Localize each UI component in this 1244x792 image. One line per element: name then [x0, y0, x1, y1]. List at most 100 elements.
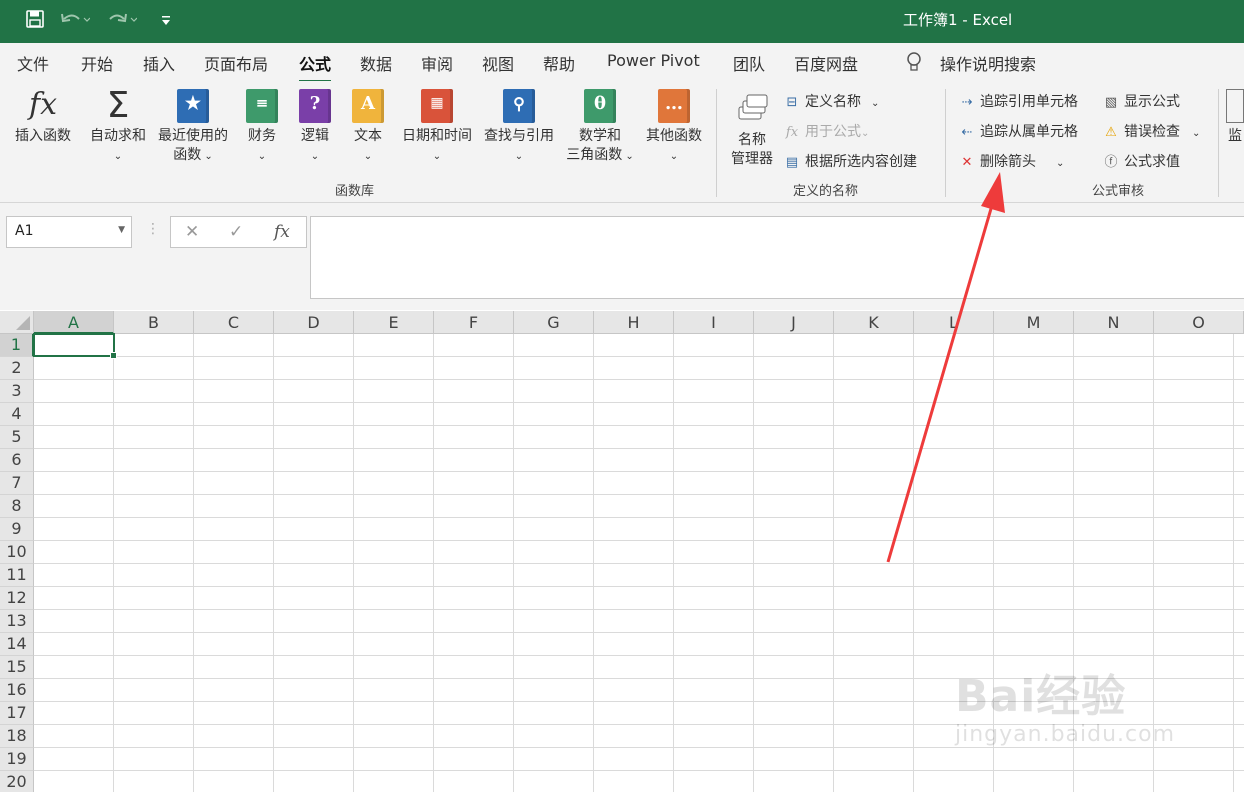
- row-header[interactable]: 5: [0, 426, 34, 449]
- trace-dependents-icon: ⇠: [961, 125, 973, 140]
- more-functions-label: 其他函数: [646, 128, 702, 144]
- row-header[interactable]: 2: [0, 357, 34, 380]
- column-header[interactable]: K: [834, 311, 914, 334]
- create-from-selection-button[interactable]: ▤ 根据所选内容创建: [783, 151, 917, 171]
- column-header[interactable]: B: [114, 311, 194, 334]
- row-header[interactable]: 6: [0, 449, 34, 472]
- tab-page-layout[interactable]: 页面布局: [204, 51, 268, 75]
- redo-icon[interactable]: [107, 11, 138, 33]
- tab-power-pivot[interactable]: Power Pivot: [607, 51, 700, 70]
- window-title: 工作簿1 - Excel: [903, 11, 1013, 29]
- logical-button[interactable]: ? 逻辑 ⌄: [294, 89, 336, 166]
- tab-home[interactable]: 开始: [81, 51, 113, 75]
- ribbon-formulas: fx 插入函数 Σ 自动求和 ⌄ ★ 最近使用的 函数 ⌄ ≡ 财务 ⌄ ? 逻…: [0, 81, 1244, 203]
- column-header[interactable]: L: [914, 311, 994, 334]
- enter-icon[interactable]: ✓: [229, 222, 243, 242]
- active-cell-a1[interactable]: [33, 333, 117, 359]
- tab-view[interactable]: 视图: [482, 51, 514, 75]
- row-header[interactable]: 20: [0, 771, 34, 792]
- row-header[interactable]: 18: [0, 725, 34, 748]
- undo-icon[interactable]: [60, 11, 91, 33]
- drag-handle-icon[interactable]: ⋮: [146, 221, 160, 237]
- show-formulas-button[interactable]: ▧ 显示公式: [1102, 91, 1180, 111]
- dropdown-icon[interactable]: ▼: [118, 225, 125, 235]
- use-in-formula-button[interactable]: fx 用于公式⌄: [783, 121, 869, 141]
- column-header[interactable]: D: [274, 311, 354, 334]
- column-header[interactable]: G: [514, 311, 594, 334]
- row-header[interactable]: 3: [0, 380, 34, 403]
- autosum-button[interactable]: Σ 自动求和 ⌄: [86, 88, 150, 166]
- name-manager-button[interactable]: 名称 管理器: [726, 93, 778, 169]
- text-button[interactable]: A 文本 ⌄: [347, 89, 389, 166]
- datetime-button[interactable]: ▦ 日期和时间 ⌄: [398, 89, 476, 166]
- recent-label-2: 函数: [173, 147, 202, 163]
- fx-icon: fx: [28, 87, 58, 122]
- chevron-down-icon: ⌄: [514, 151, 524, 162]
- row-header[interactable]: 1: [0, 334, 34, 357]
- row-header[interactable]: 9: [0, 518, 34, 541]
- row-header[interactable]: 17: [0, 702, 34, 725]
- define-name-button[interactable]: ⊟ 定义名称 ⌄: [783, 91, 880, 111]
- column-header[interactable]: H: [594, 311, 674, 334]
- tab-help[interactable]: 帮助: [543, 51, 575, 75]
- select-all-button[interactable]: [0, 311, 34, 334]
- row-header[interactable]: 8: [0, 495, 34, 518]
- column-header[interactable]: N: [1074, 311, 1154, 334]
- evaluate-formula-button[interactable]: ⓕ 公式求值: [1102, 151, 1180, 171]
- title-bar: 工作簿1 - Excel: [0, 0, 1244, 43]
- formula-buttons: ✕ ✓ fx: [170, 216, 307, 248]
- trace-precedents-button[interactable]: ⇢ 追踪引用单元格: [958, 91, 1078, 111]
- row-header[interactable]: 16: [0, 679, 34, 702]
- watch-window-button[interactable]: 监: [1226, 89, 1244, 146]
- tab-baidu-netdisk[interactable]: 百度网盘: [794, 51, 858, 75]
- name-box[interactable]: A1 ▼: [6, 216, 132, 248]
- show-formulas-icon: ▧: [1104, 95, 1118, 110]
- financial-button[interactable]: ≡ 财务 ⌄: [240, 89, 284, 166]
- recently-used-button[interactable]: ★ 最近使用的 函数 ⌄: [154, 89, 232, 166]
- lookup-button[interactable]: ⚲ 查找与引用 ⌄: [480, 89, 558, 166]
- row-header[interactable]: 11: [0, 564, 34, 587]
- tab-review[interactable]: 审阅: [421, 51, 453, 75]
- ribbon-tabs: 文件 开始 插入 页面布局 公式 数据 审阅 视图 帮助 Power Pivot…: [0, 43, 1244, 83]
- tab-formulas[interactable]: 公式: [299, 51, 332, 83]
- show-formulas-label: 显示公式: [1124, 94, 1180, 110]
- tab-insert[interactable]: 插入: [143, 51, 175, 75]
- row-header[interactable]: 13: [0, 610, 34, 633]
- error-checking-button[interactable]: ⚠ 错误检查 ⌄: [1102, 121, 1200, 141]
- customize-icon[interactable]: [160, 12, 172, 31]
- row-header[interactable]: 19: [0, 748, 34, 771]
- column-header[interactable]: A: [34, 311, 114, 334]
- name-manager-label-1: 名称: [738, 132, 766, 148]
- tab-data[interactable]: 数据: [360, 51, 392, 75]
- row-header[interactable]: 10: [0, 541, 34, 564]
- insert-function-icon[interactable]: fx: [274, 222, 290, 242]
- star-book-icon: ★: [177, 89, 209, 123]
- column-header[interactable]: F: [434, 311, 514, 334]
- tab-team[interactable]: 团队: [733, 51, 765, 75]
- column-header[interactable]: C: [194, 311, 274, 334]
- watch-icon: [1226, 89, 1244, 123]
- formula-input[interactable]: [310, 216, 1244, 299]
- math-trig-button[interactable]: θ 数学和 三角函数 ⌄: [562, 89, 638, 166]
- more-functions-button[interactable]: … 其他函数 ⌄: [642, 89, 706, 166]
- insert-function-button[interactable]: fx 插入函数: [10, 89, 76, 146]
- theta-book-icon: θ: [584, 89, 616, 123]
- cancel-icon[interactable]: ✕: [185, 222, 199, 242]
- remove-arrows-button[interactable]: ✕ 删除箭头 ⌄: [958, 151, 1065, 171]
- row-header[interactable]: 12: [0, 587, 34, 610]
- save-icon[interactable]: [26, 10, 44, 32]
- column-header[interactable]: O: [1154, 311, 1244, 334]
- column-header[interactable]: I: [674, 311, 754, 334]
- tell-me-search[interactable]: 操作说明搜索: [940, 51, 1036, 75]
- row-header[interactable]: 15: [0, 656, 34, 679]
- column-header[interactable]: J: [754, 311, 834, 334]
- trace-dependents-button[interactable]: ⇠ 追踪从属单元格: [958, 121, 1078, 141]
- row-header[interactable]: 4: [0, 403, 34, 426]
- text-label: 文本: [354, 128, 382, 144]
- column-header[interactable]: E: [354, 311, 434, 334]
- tab-file[interactable]: 文件: [17, 51, 49, 75]
- column-header[interactable]: M: [994, 311, 1074, 334]
- watermark-logo: Bai经验: [955, 671, 1127, 722]
- row-header[interactable]: 14: [0, 633, 34, 656]
- row-header[interactable]: 7: [0, 472, 34, 495]
